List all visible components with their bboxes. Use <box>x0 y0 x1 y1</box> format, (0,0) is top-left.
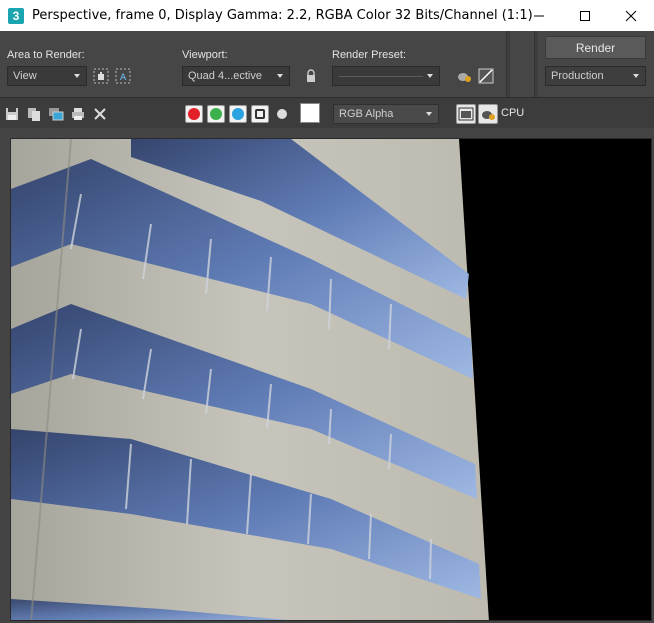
red-channel-toggle[interactable] <box>185 105 203 123</box>
save-image-button[interactable] <box>4 106 20 122</box>
chevron-down-icon <box>426 112 432 116</box>
copy-icon <box>28 108 40 121</box>
alpha-channel-toggle[interactable] <box>251 105 269 123</box>
title-bar: 3 Perspective, frame 0, Display Gamma: 2… <box>0 0 654 31</box>
window-title: Perspective, frame 0, Display Gamma: 2.2… <box>32 8 533 23</box>
teapot-gear-icon <box>458 73 471 82</box>
svg-text:A: A <box>120 73 127 83</box>
area-to-render-value: View <box>13 70 37 82</box>
render-setup-button[interactable] <box>455 67 473 85</box>
blue-channel-toggle[interactable] <box>229 105 247 123</box>
minimize-button[interactable] <box>516 0 562 31</box>
viewport-label: Viewport: <box>182 49 228 61</box>
mono-dot-icon <box>277 109 287 119</box>
minimize-icon <box>534 15 544 16</box>
print-image-button[interactable] <box>70 106 86 122</box>
copy-image-button[interactable] <box>26 106 42 122</box>
blue-dot-icon <box>232 108 244 120</box>
display-channel-value: RGB Alpha <box>339 108 394 120</box>
close-button[interactable] <box>608 0 654 31</box>
area-to-render-dropdown[interactable]: View <box>7 66 87 86</box>
maximize-button[interactable] <box>562 0 608 31</box>
viewport-value: Quad 4...ective <box>188 70 262 82</box>
close-icon <box>94 108 106 120</box>
background-color-swatch[interactable] <box>300 103 320 123</box>
environment-icon <box>478 68 494 84</box>
rendered-image-frame[interactable] <box>10 138 652 621</box>
lock-viewport-button[interactable] <box>302 67 320 85</box>
render-mode-dropdown[interactable]: Production <box>545 66 646 86</box>
chevron-down-icon <box>277 74 283 78</box>
chevron-down-icon <box>427 74 433 78</box>
panel-separator <box>534 31 538 97</box>
rendered-building-image <box>11 139 489 620</box>
panel-separator <box>506 31 510 97</box>
maximize-icon <box>580 10 590 21</box>
close-icon <box>625 10 637 21</box>
area-to-render-label: Area to Render: <box>7 49 85 61</box>
render-frame-window-button[interactable] <box>456 104 476 124</box>
clear-image-button[interactable] <box>92 106 108 122</box>
render-settings-panel: Area to Render: View A Viewport: Quad 4.… <box>0 31 654 97</box>
render-viewport <box>0 128 654 623</box>
clone-window-icon <box>49 108 64 121</box>
green-channel-toggle[interactable] <box>207 105 225 123</box>
lock-icon <box>307 69 315 82</box>
app-icon: 3 <box>8 7 24 24</box>
chevron-down-icon <box>74 74 80 78</box>
red-dot-icon <box>188 108 200 120</box>
monochrome-button[interactable] <box>274 106 290 122</box>
edit-region-button[interactable] <box>92 67 110 85</box>
render-preset-dropdown[interactable] <box>332 66 440 86</box>
renderer-label: CPU <box>501 107 525 119</box>
frame-window-icon <box>458 107 474 121</box>
print-icon <box>72 108 84 120</box>
chevron-down-icon <box>633 74 639 78</box>
render-mode-value: Production <box>551 70 604 82</box>
render-button[interactable]: Render <box>545 36 646 59</box>
auto-region-button[interactable]: A <box>114 67 132 85</box>
auto-region-icon: A <box>115 68 131 84</box>
render-preset-label: Render Preset: <box>332 49 406 61</box>
hand-region-icon <box>93 68 109 84</box>
preset-divider <box>339 76 423 77</box>
green-dot-icon <box>210 108 222 120</box>
frame-buffer-toolbar: RGB Alpha CPU <box>0 97 654 128</box>
clone-frame-button[interactable] <box>48 106 64 122</box>
environment-effects-button[interactable] <box>477 67 495 85</box>
save-icon <box>6 108 18 120</box>
teapot-icon <box>482 111 495 120</box>
display-channel-dropdown[interactable]: RGB Alpha <box>333 104 439 124</box>
viewport-dropdown[interactable]: Quad 4...ective <box>182 66 290 86</box>
renderer-settings-button[interactable] <box>478 104 498 124</box>
alpha-icon <box>255 109 265 119</box>
